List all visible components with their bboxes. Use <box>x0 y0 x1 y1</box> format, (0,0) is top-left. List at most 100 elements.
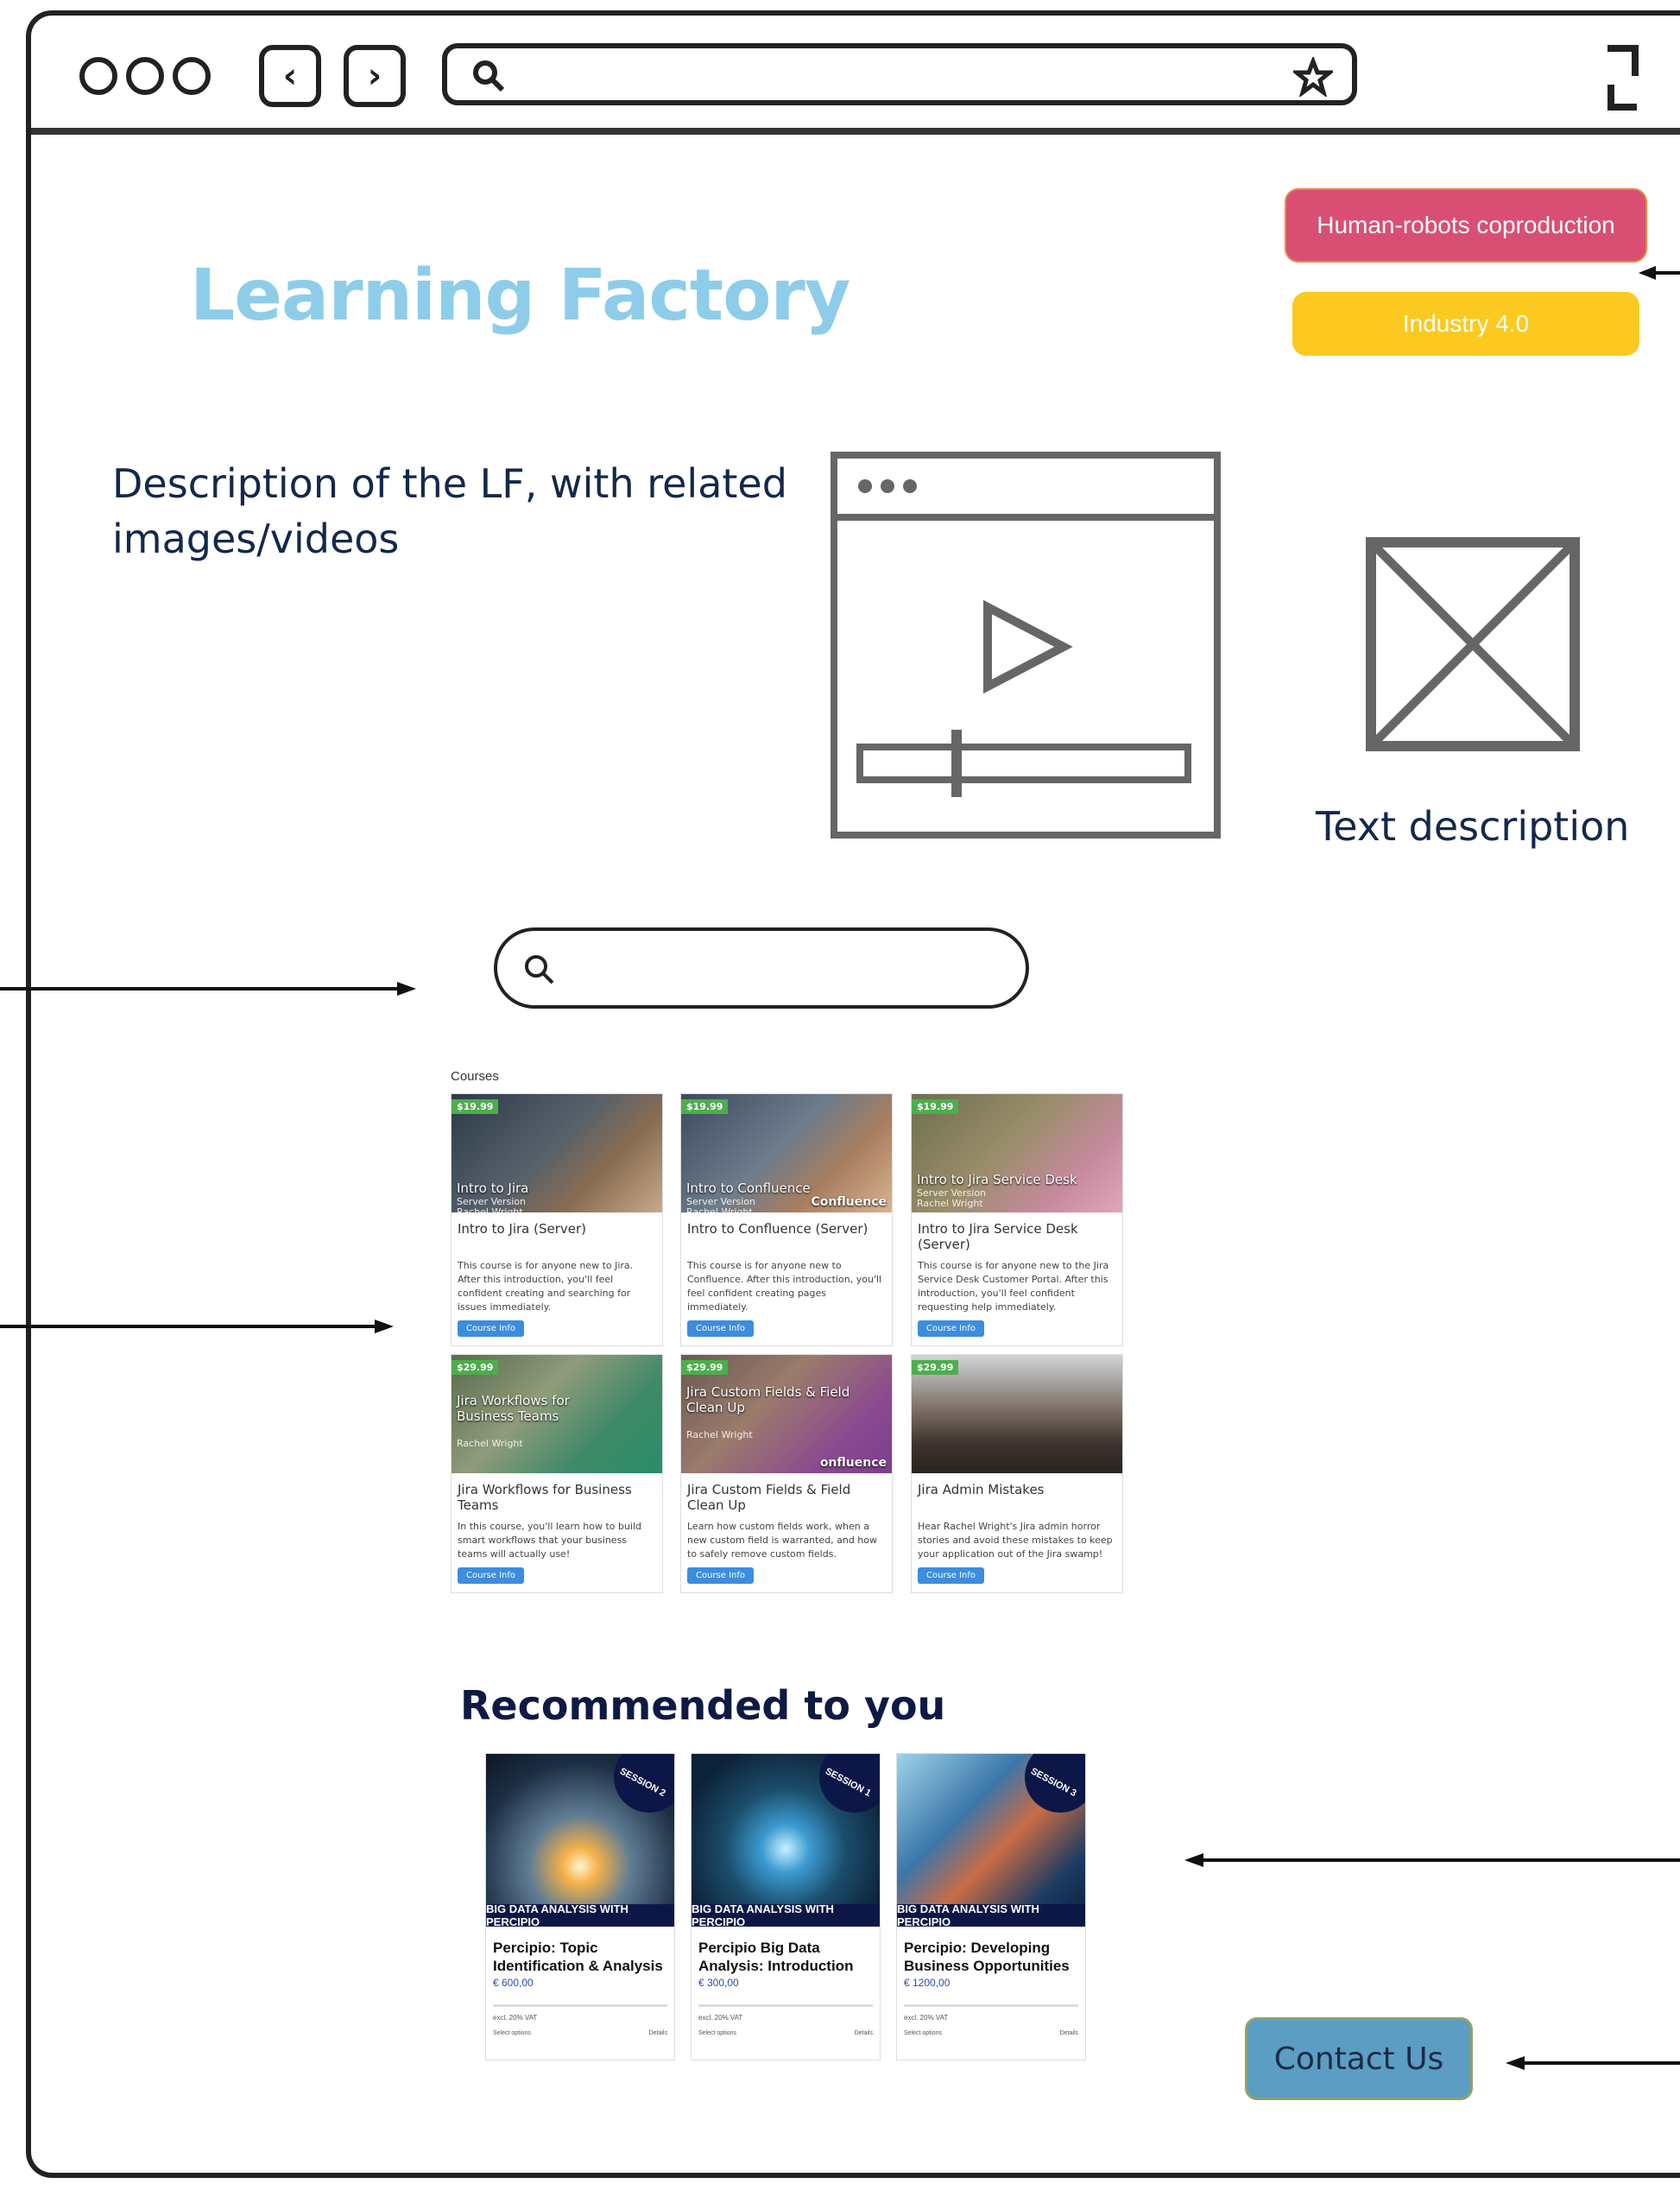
product-price: € 600,00 <box>493 1977 534 1989</box>
thumbnail-title: Intro to Jira <box>457 1180 529 1196</box>
video-player-icon[interactable] <box>831 452 1221 839</box>
window-maximize-control[interactable] <box>173 57 211 95</box>
course-card[interactable]: $19.99 Intro to Jira Server Version Rachel … <box>451 1093 663 1346</box>
window-close-control[interactable] <box>79 57 117 95</box>
vat-note: excl. 20% VAT <box>493 2014 538 2022</box>
thumbnail-title: Intro to Confluence <box>686 1180 811 1196</box>
contact-us-button[interactable]: Contact Us <box>1245 2017 1473 2100</box>
course-info-button[interactable]: Course Info <box>687 1567 755 1584</box>
annotation-arrow <box>0 987 399 991</box>
url-bar[interactable] <box>442 43 1357 105</box>
product-price: € 300,00 <box>698 1977 739 1989</box>
arrow-head-icon <box>397 982 416 996</box>
recommended-thumbnail[interactable]: SESSION 1 BIG DATA ANALYSIS WITH PERCIPIO <box>692 1754 880 1927</box>
arrow-head-icon <box>1506 2056 1525 2070</box>
course-card[interactable]: $29.99 Jira Workflows for Business Teams R… <box>451 1354 663 1593</box>
courses-label: Courses <box>451 1069 499 1084</box>
course-title[interactable]: Jira Workflows for Business Teams <box>458 1482 656 1513</box>
arrow-head-icon <box>375 1320 394 1333</box>
details-link[interactable]: Details <box>649 2030 667 2036</box>
product-name[interactable]: Percipio: Developing Business Opportunit… <box>904 1939 1078 1975</box>
series-banner: BIG DATA ANALYSIS WITH PERCIPIO <box>692 1902 880 1927</box>
annotation-arrow <box>1197 1858 1680 1862</box>
vat-note: excl. 20% VAT <box>698 2014 743 2022</box>
course-card[interactable]: $19.99 Intro to Confluence Server Version R… <box>680 1093 893 1346</box>
course-info-button[interactable]: Course Info <box>918 1320 985 1337</box>
recommended-title: Recommended to you <box>460 1682 946 1729</box>
annotation-arrow <box>1519 2061 1680 2065</box>
thumbnail-title: Intro to Jira Service Desk <box>917 1172 1077 1187</box>
vat-note: excl. 20% VAT <box>904 2014 949 2022</box>
forward-icon[interactable]: › <box>344 45 406 107</box>
thumbnail-author: Rachel Wright <box>457 1206 523 1212</box>
course-thumbnail[interactable]: $29.99 Jira Custom Fields & Field Clean U… <box>681 1355 892 1473</box>
course-title[interactable]: Intro to Jira Service Desk (Server) <box>918 1221 1116 1252</box>
course-card[interactable]: $29.99 Jira Admin Mistakes Hear Rachel Wri… <box>911 1354 1123 1593</box>
course-info-button[interactable]: Course Info <box>918 1567 985 1584</box>
details-link[interactable]: Details <box>1060 2030 1078 2036</box>
image-placeholder-icon <box>1366 537 1580 751</box>
course-description: Learn how custom fields work, when a new… <box>687 1521 877 1560</box>
thumbnail-title: Jira Workflows for Business Teams <box>457 1393 570 1424</box>
recommended-thumbnail[interactable]: SESSION 2 BIG DATA ANALYSIS WITH PERCIPIO <box>486 1754 674 1927</box>
select-options-link[interactable]: Select options <box>493 2030 531 2036</box>
window-minimize-control[interactable] <box>126 57 164 95</box>
course-info-button[interactable]: Course Info <box>458 1567 525 1584</box>
page-title: Learning Factory <box>190 255 850 337</box>
course-info-button[interactable]: Course Info <box>458 1320 525 1337</box>
back-icon[interactable]: ‹ <box>259 45 321 107</box>
product-price: € 1200,00 <box>904 1977 951 1989</box>
product-name[interactable]: Percipio Big Data Analysis: Introduction <box>698 1939 873 1975</box>
course-title[interactable]: Intro to Confluence (Server) <box>687 1221 886 1252</box>
course-info-button[interactable]: Course Info <box>687 1320 755 1337</box>
confluence-logo: Confluence <box>811 1195 887 1209</box>
thumbnail-author: Rachel Wright <box>686 1429 753 1440</box>
course-thumbnail[interactable]: $19.99 Intro to Jira Service Desk Server V… <box>912 1094 1122 1212</box>
confluence-logo: onfluence <box>819 1456 887 1470</box>
search-icon <box>525 955 554 984</box>
course-thumbnail[interactable]: $29.99 <box>912 1355 1122 1473</box>
price-badge: $29.99 <box>452 1360 499 1375</box>
recommended-card[interactable]: SESSION 3 BIG DATA ANALYSIS WITH PERCIPIO… <box>896 1753 1086 2060</box>
course-thumbnail[interactable]: $19.99 Intro to Confluence Server Version R… <box>681 1094 892 1212</box>
course-thumbnail[interactable]: $19.99 Intro to Jira Server Version Rachel … <box>452 1094 662 1212</box>
thumbnail-author: Rachel Wright <box>457 1438 523 1449</box>
search-icon <box>473 60 505 92</box>
fullscreen-icon[interactable] <box>1607 41 1680 114</box>
course-description: Hear Rachel Wright's Jira admin horror s… <box>918 1521 1113 1560</box>
course-title[interactable]: Jira Custom Fields & Field Clean Up <box>687 1482 886 1513</box>
series-banner: BIG DATA ANALYSIS WITH PERCIPIO <box>486 1902 674 1927</box>
recommended-thumbnail[interactable]: SESSION 3 BIG DATA ANALYSIS WITH PERCIPIO <box>897 1754 1085 1927</box>
session-badge: SESSION 3 <box>1012 1754 1085 1826</box>
arrow-head-icon <box>1184 1853 1203 1867</box>
price-badge: $19.99 <box>681 1099 729 1114</box>
product-name[interactable]: Percipio: Topic Identification & Analysi… <box>493 1939 667 1975</box>
thumbnail-author: Rachel Wright <box>686 1206 753 1212</box>
tag-industry-4-0[interactable]: Industry 4.0 <box>1292 292 1639 356</box>
course-description: This course is for anyone new to the Jir… <box>918 1260 1109 1313</box>
course-title[interactable]: Intro to Jira (Server) <box>458 1221 656 1252</box>
details-link[interactable]: Details <box>855 2030 873 2036</box>
series-banner: BIG DATA ANALYSIS WITH PERCIPIO <box>897 1902 1085 1927</box>
recommended-card[interactable]: SESSION 1 BIG DATA ANALYSIS WITH PERCIPIO… <box>691 1753 881 2060</box>
divider <box>904 2004 1078 2007</box>
lf-description: Description of the LF, with related imag… <box>112 460 787 562</box>
price-badge: $29.99 <box>912 1360 959 1375</box>
course-card[interactable]: $19.99 Intro to Jira Service Desk Server V… <box>911 1093 1123 1346</box>
course-search-input[interactable] <box>494 927 1029 1009</box>
session-badge: SESSION 1 <box>806 1754 880 1826</box>
select-options-link[interactable]: Select options <box>698 2030 736 2036</box>
tag-human-robots-coproduction[interactable]: Human-robots coproduction <box>1285 188 1647 263</box>
arrow-head-icon <box>1639 266 1656 280</box>
select-options-link[interactable]: Select options <box>904 2030 942 2036</box>
bookmark-star-icon[interactable] <box>1293 57 1333 97</box>
course-card[interactable]: $29.99 Jira Custom Fields & Field Clean U… <box>680 1354 893 1593</box>
price-badge: $19.99 <box>912 1099 959 1114</box>
course-title[interactable]: Jira Admin Mistakes <box>918 1482 1116 1513</box>
divider <box>493 2004 667 2007</box>
thumbnail-author: Rachel Wright <box>917 1198 983 1209</box>
course-description: This course is for anyone new to Jira. A… <box>458 1260 634 1313</box>
recommended-card[interactable]: SESSION 2 BIG DATA ANALYSIS WITH PERCIPIO… <box>485 1753 675 2060</box>
course-thumbnail[interactable]: $29.99 Jira Workflows for Business Teams R… <box>452 1355 662 1473</box>
course-description: This course is for anyone new to Conflue… <box>687 1260 882 1313</box>
